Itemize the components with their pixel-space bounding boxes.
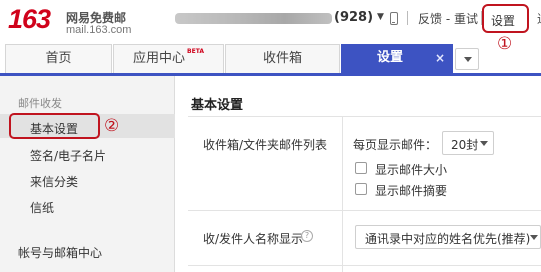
unread-count[interactable]: (928) bbox=[334, 10, 373, 25]
tab-label: 收件箱 bbox=[262, 51, 302, 66]
per-page-label: 每页显示邮件： bbox=[353, 138, 438, 152]
tab-home[interactable]: 首页 bbox=[5, 44, 112, 73]
settings-content: 基本设置 收件箱/文件夹邮件列表 每页显示邮件： 20封 显示邮件大小 显示邮件… bbox=[176, 76, 541, 272]
logo-domain: mail.163.com bbox=[66, 24, 132, 36]
sender-name-display-select[interactable]: 通讯录中对应的姓名优先(推荐) bbox=[355, 225, 541, 249]
sidebar-section-title: 邮件收发 bbox=[18, 97, 62, 110]
page-title: 基本设置 bbox=[191, 98, 244, 113]
show-size-checkbox[interactable] bbox=[355, 162, 367, 174]
help-icon[interactable]: ? bbox=[301, 230, 313, 242]
tab-app-center[interactable]: 应用中心 BETA bbox=[113, 44, 224, 73]
tab-label: 首页 bbox=[45, 51, 72, 66]
settings-sidebar: 邮件收发 基本设置 ② 签名/电子名片 来信分类 信纸 帐号与邮箱中心 bbox=[0, 76, 175, 272]
tab-settings[interactable]: 设置 × bbox=[341, 44, 453, 73]
account-name-blurred[interactable] bbox=[175, 13, 332, 24]
show-size-label[interactable]: 显示邮件大小 bbox=[375, 161, 447, 178]
show-summary-label[interactable]: 显示邮件摘要 bbox=[375, 182, 447, 199]
feedback-link[interactable]: 反馈 - 重试 bbox=[418, 10, 478, 27]
account-dropdown-icon[interactable]: ▼ bbox=[377, 12, 384, 22]
tab-label: 应用中心 bbox=[133, 51, 186, 66]
close-icon[interactable]: × bbox=[435, 44, 445, 72]
column-divider bbox=[342, 117, 343, 272]
per-page-select[interactable]: 20封 bbox=[442, 131, 494, 155]
annotation-highlight-settings bbox=[482, 4, 529, 33]
sidebar-item-stationery[interactable]: 信纸 bbox=[30, 199, 54, 216]
tab-inbox[interactable]: 收件箱 bbox=[225, 44, 340, 73]
row-divider bbox=[188, 265, 541, 266]
sender-name-display-value: 通讯录中对应的姓名优先(推荐) bbox=[365, 232, 531, 246]
sender-name-display-label: 收/发件人名称显示 bbox=[203, 232, 304, 246]
chevron-down-icon bbox=[530, 235, 538, 240]
divider bbox=[407, 11, 408, 25]
sidebar-group-account-center[interactable]: 帐号与邮箱中心 bbox=[18, 244, 102, 261]
row-divider bbox=[188, 210, 541, 211]
sidebar-item-mail-filters[interactable]: 来信分类 bbox=[30, 173, 78, 190]
annotation-highlight-basic-settings bbox=[9, 113, 100, 139]
tab-bar: 首页 应用中心 BETA 收件箱 设置 × bbox=[0, 44, 541, 73]
title-divider bbox=[188, 116, 541, 117]
logo-number: 163 bbox=[8, 4, 51, 34]
tab-overflow-dropdown[interactable] bbox=[455, 48, 479, 70]
top-bar: 163 网易免费邮 mail.163.com (928) ▼ 反馈 - 重试 设… bbox=[0, 0, 541, 54]
beta-badge: BETA bbox=[187, 48, 204, 55]
sidebar-item-signature[interactable]: 签名/电子名片 bbox=[30, 147, 106, 164]
per-page-value: 20封 bbox=[451, 138, 479, 152]
logout-link[interactable]: 退 bbox=[537, 10, 541, 27]
show-summary-checkbox[interactable] bbox=[355, 183, 367, 195]
tab-label: 设置 bbox=[377, 50, 404, 65]
mobile-phone-icon[interactable] bbox=[390, 12, 398, 25]
chevron-down-icon bbox=[480, 141, 488, 146]
inbox-list-row-label: 收件箱/文件夹邮件列表 bbox=[203, 138, 328, 152]
annotation-number-2: ② bbox=[104, 116, 120, 136]
